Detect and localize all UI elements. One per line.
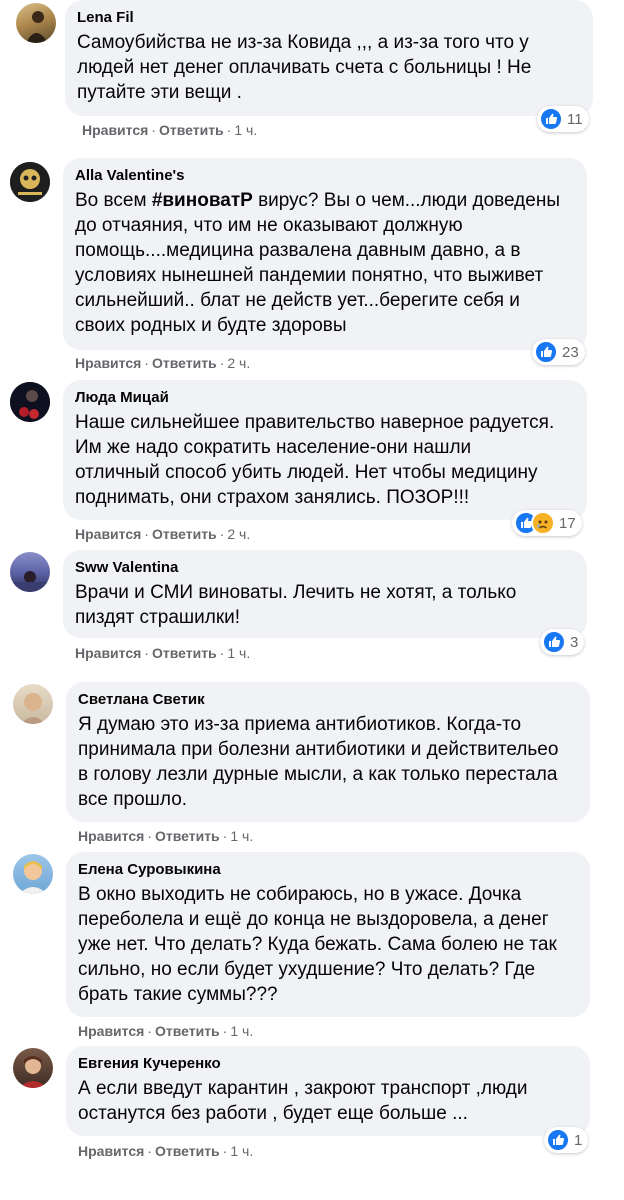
comment-actions: Нравится · Ответить · 1 ч. xyxy=(78,1143,254,1159)
avatar[interactable] xyxy=(16,3,56,43)
comment: Lena Fil Самоубийства не из-за Ковида ,,… xyxy=(0,0,624,140)
reaction-count[interactable]: 17 xyxy=(512,510,582,536)
comment-text: В окно выходить не собираюсь, но в ужасе… xyxy=(78,884,557,1005)
comment-text: Во всем #виноватР вирус? Вы о чем...люди… xyxy=(75,190,560,336)
comment-text: Наше сильнейшее правительство наверное р… xyxy=(75,412,555,508)
comment: Елена Суровыкина В окно выходить не соби… xyxy=(0,852,624,1042)
comment-author[interactable]: Елена Суровыкина xyxy=(78,860,578,880)
comment-time[interactable]: 1 ч. xyxy=(230,828,253,844)
reply-button[interactable]: Ответить xyxy=(155,828,220,844)
reaction-count-text: 23 xyxy=(562,343,579,361)
comment-author[interactable]: Alla Valentine's xyxy=(75,166,575,186)
comment-bubble: Елена Суровыкина В окно выходить не соби… xyxy=(66,852,590,1017)
like-icon xyxy=(542,630,566,654)
comment-author[interactable]: Lena Fil xyxy=(77,8,581,28)
avatar[interactable] xyxy=(13,1048,53,1088)
comment-bubble: Lena Fil Самоубийства не из-за Ковида ,,… xyxy=(65,0,593,116)
comment-author[interactable]: Евгения Кучеренко xyxy=(78,1054,578,1074)
like-icon xyxy=(546,1128,570,1152)
reaction-count[interactable]: 23 xyxy=(532,339,585,365)
comment-author[interactable]: Люда Мицай xyxy=(75,388,575,408)
comment-text: А если введут карантин , закроют транспо… xyxy=(78,1078,528,1124)
like-button[interactable]: Нравится xyxy=(75,526,141,542)
comment-bubble: Alla Valentine's Во всем #виноватР вирус… xyxy=(63,158,587,350)
reaction-count-text: 11 xyxy=(567,110,583,128)
comment-time[interactable]: 1 ч. xyxy=(234,122,257,138)
comment-bubble: Евгения Кучеренко А если введут карантин… xyxy=(66,1046,590,1136)
avatar[interactable] xyxy=(10,382,50,422)
comment: Sww Valentina Врачи и СМИ виноваты. Лечи… xyxy=(0,550,624,665)
comment: Люда Мицай Наше сильнейшее правительство… xyxy=(0,380,624,545)
comment-time[interactable]: 1 ч. xyxy=(230,1023,253,1039)
comment-bubble: Светлана Светик Я думаю это из-за приема… xyxy=(66,682,590,822)
reply-button[interactable]: Ответить xyxy=(155,1143,220,1159)
comment: Светлана Светик Я думаю это из-за приема… xyxy=(0,682,624,847)
comment-bubble: Люда Мицай Наше сильнейшее правительство… xyxy=(63,380,587,520)
avatar[interactable] xyxy=(13,854,53,894)
reply-button[interactable]: Ответить xyxy=(152,526,217,542)
reaction-count-text: 1 xyxy=(574,1131,583,1149)
comment-author[interactable]: Sww Valentina xyxy=(75,558,575,578)
comment-text: Я думаю это из-за приема антибиотиков. К… xyxy=(78,714,559,810)
avatar[interactable] xyxy=(10,162,50,202)
hashtag-link[interactable]: #виноватР xyxy=(152,190,253,211)
like-icon xyxy=(534,340,558,364)
comment-text: Врачи и СМИ виноваты. Лечить не хотят, а… xyxy=(75,582,517,628)
comment-time[interactable]: 2 ч. xyxy=(227,526,250,542)
comment-actions: Нравится · Ответить · 2 ч. xyxy=(75,355,251,371)
like-button[interactable]: Нравится xyxy=(75,355,141,371)
comment-time[interactable]: 1 ч. xyxy=(227,645,250,661)
reaction-count-text: 17 xyxy=(559,514,576,532)
avatar[interactable] xyxy=(13,684,53,724)
comment-actions: Нравится · Ответить · 2 ч. xyxy=(75,526,251,542)
comment-actions: Нравится · Ответить · 1 ч. xyxy=(75,645,251,661)
comment-bubble: Sww Valentina Врачи и СМИ виноваты. Лечи… xyxy=(63,550,587,638)
like-button[interactable]: Нравится xyxy=(78,828,144,844)
like-button[interactable]: Нравится xyxy=(82,122,148,138)
sad-icon xyxy=(531,511,555,535)
comment-text: Самоубийства не из-за Ковида ,,, а из-за… xyxy=(77,32,532,103)
comment: Alla Valentine's Во всем #виноватР вирус… xyxy=(0,158,624,373)
reaction-count[interactable]: 3 xyxy=(540,629,585,655)
like-button[interactable]: Нравится xyxy=(78,1143,144,1159)
reaction-count[interactable]: 11 xyxy=(537,106,589,132)
reply-button[interactable]: Ответить xyxy=(155,1023,220,1039)
comment-time[interactable]: 2 ч. xyxy=(227,355,250,371)
reply-button[interactable]: Ответить xyxy=(159,122,224,138)
like-button[interactable]: Нравится xyxy=(75,645,141,661)
avatar[interactable] xyxy=(10,552,50,592)
reaction-count[interactable]: 1 xyxy=(544,1127,589,1153)
comment-time[interactable]: 1 ч. xyxy=(230,1143,253,1159)
reply-button[interactable]: Ответить xyxy=(152,645,217,661)
like-button[interactable]: Нравится xyxy=(78,1023,144,1039)
comment-actions: Нравится · Ответить · 1 ч. xyxy=(78,828,254,844)
reaction-count-text: 3 xyxy=(570,633,579,651)
comment-author[interactable]: Светлана Светик xyxy=(78,690,578,710)
comment-actions: Нравится · Ответить · 1 ч. xyxy=(78,1023,254,1039)
comment-actions: Нравится · Ответить · 1 ч. xyxy=(82,122,258,138)
reply-button[interactable]: Ответить xyxy=(152,355,217,371)
comment: Евгения Кучеренко А если введут карантин… xyxy=(0,1046,624,1176)
like-icon xyxy=(539,107,563,131)
